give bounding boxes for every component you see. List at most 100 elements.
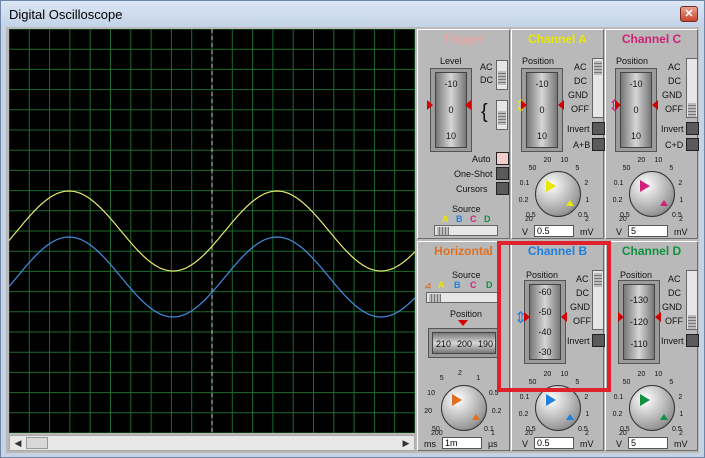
channel-b-highlight-box xyxy=(497,241,611,392)
channel-c-position-drum[interactable]: -10 0 10 xyxy=(620,72,652,148)
channel-c-sum-button[interactable] xyxy=(686,138,699,151)
scroll-right-icon[interactable]: ▶ xyxy=(398,436,414,450)
dial-range-left: 20 xyxy=(619,430,627,437)
auto-label: Auto xyxy=(472,154,491,164)
horizontal-timebase-dial[interactable]: 50 20 10 5 2 1 0.5 0.2 0.1 200 1 xyxy=(423,366,505,438)
channel-a-volts-dial[interactable]: 0.5 0.2 0.1 50 20 10 5 2 1 0.5 20 2 xyxy=(517,152,599,224)
channel-a-ac-label: AC xyxy=(574,62,587,72)
dial-pointer-icon xyxy=(452,394,462,406)
channel-a-coupling-slider[interactable] xyxy=(592,58,604,118)
dial-tick: 10 xyxy=(427,389,435,397)
dial-knob[interactable] xyxy=(629,385,675,431)
dial-tick: 50 xyxy=(622,379,631,387)
channel-a-marker-left-icon xyxy=(521,100,527,110)
dial-tick: 5 xyxy=(669,165,674,173)
drum-tick: 10 xyxy=(536,131,547,141)
dial-pointer-icon xyxy=(640,180,650,192)
horizontal-source-b: B xyxy=(454,280,461,290)
channel-d-invert-button[interactable] xyxy=(686,334,699,347)
horizontal-title: Horizontal xyxy=(434,244,493,258)
channel-d-value-field[interactable]: 5 xyxy=(628,437,668,449)
channel-a-marker-right-icon xyxy=(558,100,564,110)
channel-c-sum-label: C+D xyxy=(665,140,684,150)
trigger-source-slider[interactable] xyxy=(434,225,498,236)
channel-b-unit-right: mV xyxy=(580,439,594,449)
dial-tick: 50 xyxy=(528,165,537,173)
horizontal-scrollbar[interactable]: ◀ ▶ xyxy=(9,435,415,451)
scroll-left-icon[interactable]: ◀ xyxy=(10,436,26,450)
channel-a-position-label: Position xyxy=(522,56,555,66)
trigger-dc-label: DC xyxy=(480,75,493,85)
dial-range-left: 20 xyxy=(619,216,627,223)
trigger-coupling-switch[interactable] xyxy=(496,60,508,90)
dial-knob[interactable] xyxy=(441,385,487,431)
horizontal-value-field[interactable]: 1m xyxy=(442,437,482,449)
cursors-button[interactable] xyxy=(496,182,509,195)
dial-tick: 0.2 xyxy=(612,196,623,204)
dial-mark-icon xyxy=(660,200,668,206)
dial-knob[interactable] xyxy=(535,171,581,217)
channel-c-dc-label: DC xyxy=(668,76,681,86)
scroll-thumb[interactable] xyxy=(26,437,48,449)
window-title: Digital Oscilloscope xyxy=(9,7,123,22)
channel-b-unit-left: V xyxy=(522,439,529,449)
horizontal-source-label: Source xyxy=(452,270,481,280)
horizontal-unit-right: µs xyxy=(488,439,498,449)
trigger-edge-bracket-icon: { xyxy=(481,101,488,123)
channel-a-invert-button[interactable] xyxy=(592,122,605,135)
scope-display xyxy=(8,28,416,434)
dial-tick: 0.2 xyxy=(612,410,623,418)
dial-tick: 2 xyxy=(678,179,683,187)
drum-tick: 200 xyxy=(457,339,473,349)
channel-d-coupling-slider[interactable] xyxy=(686,270,698,330)
horizontal-position-drum[interactable]: 210 200 190 xyxy=(432,332,496,354)
dial-tick: 1 xyxy=(679,196,684,204)
channel-c-volts-dial[interactable]: 0.5 0.2 0.1 50 20 10 5 2 1 0.5 20 2 xyxy=(611,152,693,224)
channel-b-value-field[interactable]: 0.5 xyxy=(534,437,574,449)
cursors-label: Cursors xyxy=(456,184,488,194)
drum-tick: 0 xyxy=(633,105,639,115)
trigger-source-label: Source xyxy=(452,204,481,214)
horizontal-source-slider[interactable] xyxy=(426,292,498,303)
dial-pointer-icon xyxy=(546,180,556,192)
dial-pointer-icon xyxy=(546,394,556,406)
title-bar[interactable]: Digital Oscilloscope ✕ xyxy=(1,1,704,27)
trigger-ac-label: AC xyxy=(480,62,493,72)
drum-tick: 0 xyxy=(539,105,545,115)
channel-a-value-field[interactable]: 0.5 xyxy=(534,225,574,237)
channel-a-unit-left: V xyxy=(522,227,529,237)
dial-range-left: 20 xyxy=(525,216,533,223)
channel-c-unit-left: V xyxy=(616,227,623,237)
source-b-label: B xyxy=(456,214,463,224)
trigger-level-drum[interactable]: -10 0 10 xyxy=(435,72,467,148)
channel-d-marker-right-icon xyxy=(655,312,661,322)
channel-c-invert-button[interactable] xyxy=(686,122,699,135)
channel-c-coupling-slider[interactable] xyxy=(686,58,698,118)
dial-tick: 5 xyxy=(575,165,580,173)
drum-tick: 10 xyxy=(630,131,641,141)
dial-tick: 1 xyxy=(585,196,590,204)
channel-c-value-field[interactable]: 5 xyxy=(628,225,668,237)
auto-button[interactable] xyxy=(496,152,509,165)
channel-d-unit-right: mV xyxy=(674,439,688,449)
channel-d-panel: Channel D Position -130 -120 -110 AC DC … xyxy=(605,241,699,451)
horizontal-source-a: A xyxy=(438,280,445,290)
channel-a-off-label: OFF xyxy=(571,104,589,114)
horizontal-source-c: C xyxy=(470,280,477,290)
channel-d-gnd-label: GND xyxy=(662,302,682,312)
dial-mark-icon xyxy=(566,414,574,420)
dial-knob[interactable] xyxy=(629,171,675,217)
drum-tick: 190 xyxy=(478,339,494,349)
trigger-edge-switch[interactable] xyxy=(496,100,508,130)
channel-a-sum-button[interactable] xyxy=(592,138,605,151)
channel-d-dc-label: DC xyxy=(668,288,681,298)
channel-d-volts-dial[interactable]: 0.5 0.2 0.1 50 20 10 5 2 1 0.5 20 2 xyxy=(611,366,693,438)
channel-a-position-drum[interactable]: -10 0 10 xyxy=(526,72,558,148)
one-shot-button[interactable] xyxy=(496,167,509,180)
close-icon[interactable]: ✕ xyxy=(680,6,698,22)
channel-c-off-label: OFF xyxy=(665,104,683,114)
channel-d-position-drum[interactable]: -130 -120 -110 xyxy=(623,284,655,360)
dial-range-right: 2 xyxy=(585,216,589,223)
dial-tick: 10 xyxy=(654,157,663,165)
dial-tick: 20 xyxy=(637,157,646,165)
